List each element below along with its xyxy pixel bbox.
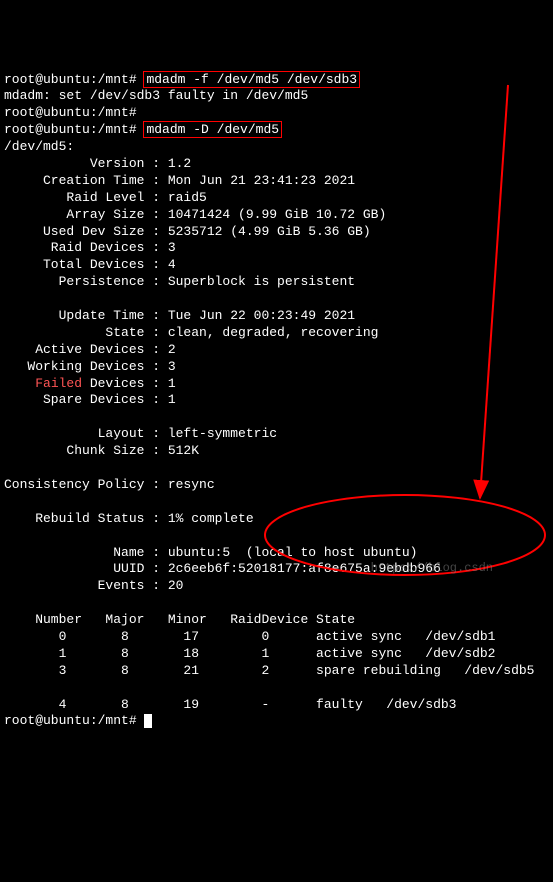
output-line: Array Size : 10471424 (9.99 GiB 10.72 GB…	[4, 207, 386, 222]
prompt: root@ubuntu:/mnt#	[4, 122, 137, 137]
output-line: State : clean, degraded, recovering	[4, 325, 378, 340]
output-line: Consistency Policy : resync	[4, 477, 215, 492]
table-row: 0 8 17 0 active sync /dev/sdb1	[4, 629, 495, 644]
output-line: /dev/md5:	[4, 139, 74, 154]
output-line: Layout : left-symmetric	[4, 426, 277, 441]
watermark: https://blog.csdn	[371, 561, 493, 577]
output-line: Active Devices : 2	[4, 342, 176, 357]
output-line: Version : 1.2	[4, 156, 191, 171]
command-1: mdadm -f /dev/md5 /dev/sdb3	[144, 72, 359, 87]
output-line: Events : 20	[4, 578, 183, 593]
output-line: Raid Level : raid5	[4, 190, 207, 205]
output-line: Used Dev Size : 5235712 (4.99 GiB 5.36 G…	[4, 224, 371, 239]
output-line: Update Time : Tue Jun 22 00:23:49 2021	[4, 308, 355, 323]
command-2: mdadm -D /dev/md5	[144, 122, 281, 137]
table-row: 3 8 21 2 spare rebuilding /dev/sdb5	[4, 663, 535, 678]
output-line: Spare Devices : 1	[4, 392, 176, 407]
output-line: Creation Time : Mon Jun 21 23:41:23 2021	[4, 173, 355, 188]
table-row: 4 8 19 - faulty /dev/sdb3	[4, 697, 456, 712]
terminal[interactable]: root@ubuntu:/mnt# mdadm -f /dev/md5 /dev…	[4, 72, 549, 731]
prompt: root@ubuntu:/mnt#	[4, 72, 137, 87]
output-line: Name : ubuntu:5 (local to host ubuntu)	[4, 545, 417, 560]
output-line: Persistence : Superblock is persistent	[4, 274, 355, 289]
output-line: Devices : 1	[82, 376, 176, 391]
output-line: mdadm: set /dev/sdb3 faulty in /dev/md5	[4, 88, 308, 103]
cursor	[144, 714, 152, 728]
output-line: Working Devices : 3	[4, 359, 176, 374]
failed-label: Failed	[35, 376, 82, 391]
prompt: root@ubuntu:/mnt#	[4, 713, 137, 728]
table-row: 1 8 18 1 active sync /dev/sdb2	[4, 646, 495, 661]
prompt: root@ubuntu:/mnt#	[4, 105, 137, 120]
output-line: Raid Devices : 3	[4, 240, 176, 255]
output-line: Total Devices : 4	[4, 257, 176, 272]
output-line: Chunk Size : 512K	[4, 443, 199, 458]
table-header: Number Major Minor RaidDevice State	[4, 612, 355, 627]
output-line: Rebuild Status : 1% complete	[4, 511, 254, 526]
